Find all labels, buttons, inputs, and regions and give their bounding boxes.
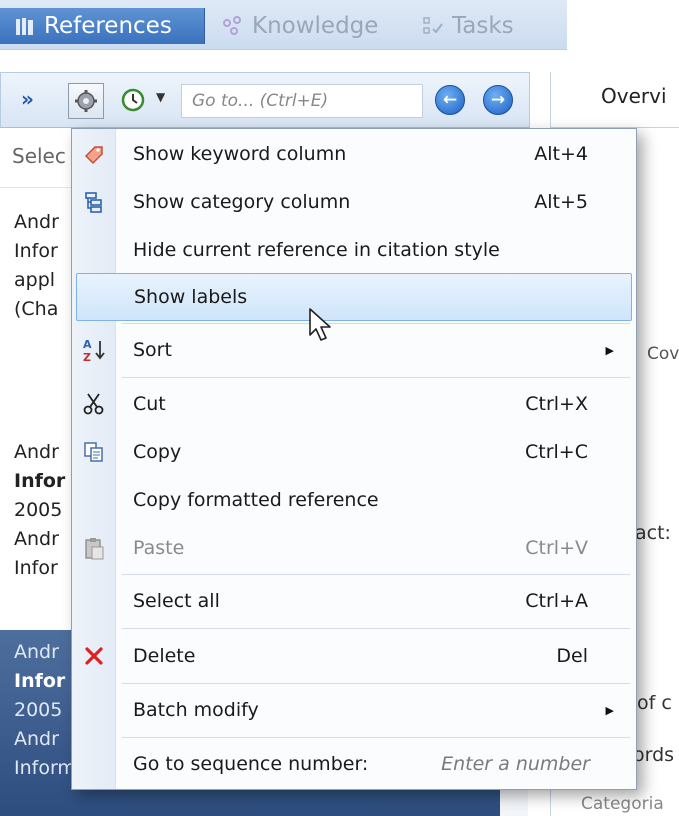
menu-separator [122,323,630,324]
menu-item-show-category-column[interactable]: Show category column Alt+5 [72,178,636,226]
detail-label: of c [637,692,672,714]
menu-separator [122,574,630,575]
top-tab-bar: References Knowledge Tasks [0,0,567,50]
context-menu: Show keyword column Alt+4 Show category … [71,128,637,790]
tab-references[interactable]: References [0,8,205,44]
back-button[interactable]: ← [435,85,465,115]
svg-text:A: A [83,338,92,351]
category-icon [78,186,110,218]
menu-item-sort[interactable]: AZ Sort ▶ [72,326,636,374]
menu-item-paste[interactable]: Paste Ctrl+V [72,524,636,572]
detail-label: act: [635,522,671,544]
menu-separator [122,628,630,629]
gear-icon[interactable] [68,83,104,119]
menu-item-select-all[interactable]: Select all Ctrl+A [72,577,636,625]
paste-icon [78,532,110,564]
mouse-pointer-icon [308,307,334,348]
submenu-arrow-icon: ▶ [605,703,614,717]
tab-knowledge[interactable]: Knowledge [222,8,378,44]
sequence-number-input[interactable]: Enter a number [441,753,590,775]
keyword-icon [78,138,110,170]
tab-references-label: References [44,13,172,39]
tab-overview[interactable]: Overvi [551,72,679,128]
menu-item-copy[interactable]: Copy Ctrl+C [72,428,636,476]
menu-item-copy-formatted-reference[interactable]: Copy formatted reference [72,476,636,524]
detail-label: Categoria [581,794,664,814]
books-icon [14,15,36,37]
chevron-down-icon[interactable]: ▼ [156,90,165,104]
menu-item-delete[interactable]: Delete Del [72,632,636,680]
menu-separator [122,737,630,738]
submenu-arrow-icon: ▶ [605,343,614,357]
menu-item-show-labels[interactable]: Show labels [76,273,632,321]
menu-item-hide-current-reference[interactable]: Hide current reference in citation style [72,226,636,274]
reference-toolbar: » ▼ Go to... (Ctrl+E) ← → [0,72,530,128]
knowledge-icon [222,15,244,37]
detail-label: Cov [647,344,679,364]
detail-label: ords [633,744,675,766]
goto-input[interactable]: Go to... (Ctrl+E) [181,84,423,118]
delete-x-icon [78,640,110,672]
scissors-icon [78,388,110,420]
menu-item-go-to-sequence-number[interactable]: Go to sequence number: Enter a number [72,740,636,788]
tab-tasks-label: Tasks [452,13,514,39]
forward-button[interactable]: → [483,85,513,115]
menu-item-cut[interactable]: Cut Ctrl+X [72,380,636,428]
tab-knowledge-label: Knowledge [252,13,379,39]
history-icon[interactable] [119,87,149,118]
copy-icon [78,436,110,468]
expand-button[interactable]: » [21,87,34,111]
sort-az-icon: AZ [78,334,110,366]
menu-separator [122,377,630,378]
svg-text:Z: Z [83,351,91,363]
tab-tasks[interactable]: Tasks [422,8,514,44]
menu-item-batch-modify[interactable]: Batch modify ▶ [72,686,636,734]
menu-item-show-keyword-column[interactable]: Show keyword column Alt+4 [72,130,636,178]
menu-separator [122,683,630,684]
tasks-icon [422,15,444,37]
